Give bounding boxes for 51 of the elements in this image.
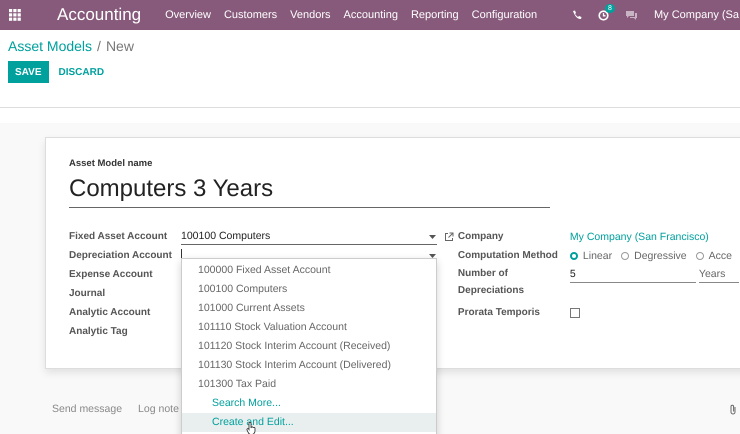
radio-option[interactable]: Linear — [570, 250, 612, 262]
menu-item[interactable]: Customers — [224, 9, 278, 21]
name-field[interactable]: Computers 3 Years — [69, 175, 550, 208]
breadcrumb-separator: / — [97, 38, 101, 54]
field-label: Asset Model name — [69, 158, 154, 169]
field-label: Analytic Account — [69, 307, 152, 318]
field-label: Analytic Tag — [69, 326, 129, 337]
number-field[interactable]: 5 — [570, 268, 696, 283]
clock-icon[interactable] — [598, 10, 610, 20]
external-link-icon[interactable] — [444, 232, 454, 242]
field-label: Number of — [458, 267, 509, 281]
menu-item[interactable]: Reporting — [410, 9, 459, 21]
save-button[interactable]: SAVE — [8, 61, 48, 83]
caret-icon[interactable] — [429, 235, 436, 239]
field-label: Depreciation Account — [69, 250, 173, 261]
field-label: Computation Method — [458, 250, 559, 261]
field-label: Depreciations — [458, 284, 526, 298]
menu-item[interactable]: Overview — [165, 9, 211, 21]
account-select-field[interactable]: 100100 Computers — [181, 228, 437, 245]
app-title[interactable]: Accounting — [57, 5, 142, 25]
menu-item[interactable]: Vendors — [290, 9, 331, 21]
chatter-tab[interactable]: Log note — [138, 403, 179, 415]
field-label: Journal — [69, 288, 106, 299]
dropdown-item[interactable]: 100000 Fixed Asset Account — [182, 261, 436, 280]
company-link[interactable]: My Company (San Francisco) — [570, 230, 709, 242]
dropdown-item[interactable]: 100100 Computers — [182, 280, 436, 299]
menu-item[interactable]: Configuration — [472, 9, 538, 21]
dropdown-item[interactable]: 101120 Stock Interim Account (Received) — [182, 337, 436, 356]
checkbox[interactable] — [570, 308, 580, 318]
field-label: Company — [458, 231, 504, 242]
field-label: Prorata Temporis — [458, 307, 541, 318]
dropdown-item[interactable]: 101130 Stock Interim Account (Delivered) — [182, 356, 436, 375]
chatter-tab[interactable]: Send message — [52, 403, 122, 415]
paperclip-icon[interactable] — [729, 404, 737, 414]
radio-option[interactable]: Acce — [696, 250, 732, 262]
breadcrumb-current: New — [106, 38, 134, 54]
radio-option[interactable]: Degressive — [621, 250, 687, 262]
discard-button[interactable]: DISCARD — [52, 61, 110, 83]
apps-menu-icon[interactable] — [9, 9, 21, 21]
dropdown-item[interactable]: 101110 Stock Valuation Account — [182, 318, 436, 337]
period-unit-select[interactable]: Years — [698, 268, 739, 283]
chat-icon[interactable] — [625, 10, 638, 20]
company-switcher[interactable]: My Company (Sa — [654, 9, 739, 21]
dropdown-item[interactable]: Search More... — [182, 394, 436, 413]
dropdown-item[interactable]: 101300 Tax Paid — [182, 375, 436, 394]
phone-icon[interactable] — [572, 10, 582, 20]
field-label: Expense Account — [69, 269, 154, 280]
menu-item[interactable]: Accounting — [344, 9, 398, 21]
field-label: Fixed Asset Account — [69, 231, 168, 242]
breadcrumb-link[interactable]: Asset Models — [8, 38, 92, 54]
dropdown-item[interactable]: 101000 Current Assets — [182, 299, 436, 318]
